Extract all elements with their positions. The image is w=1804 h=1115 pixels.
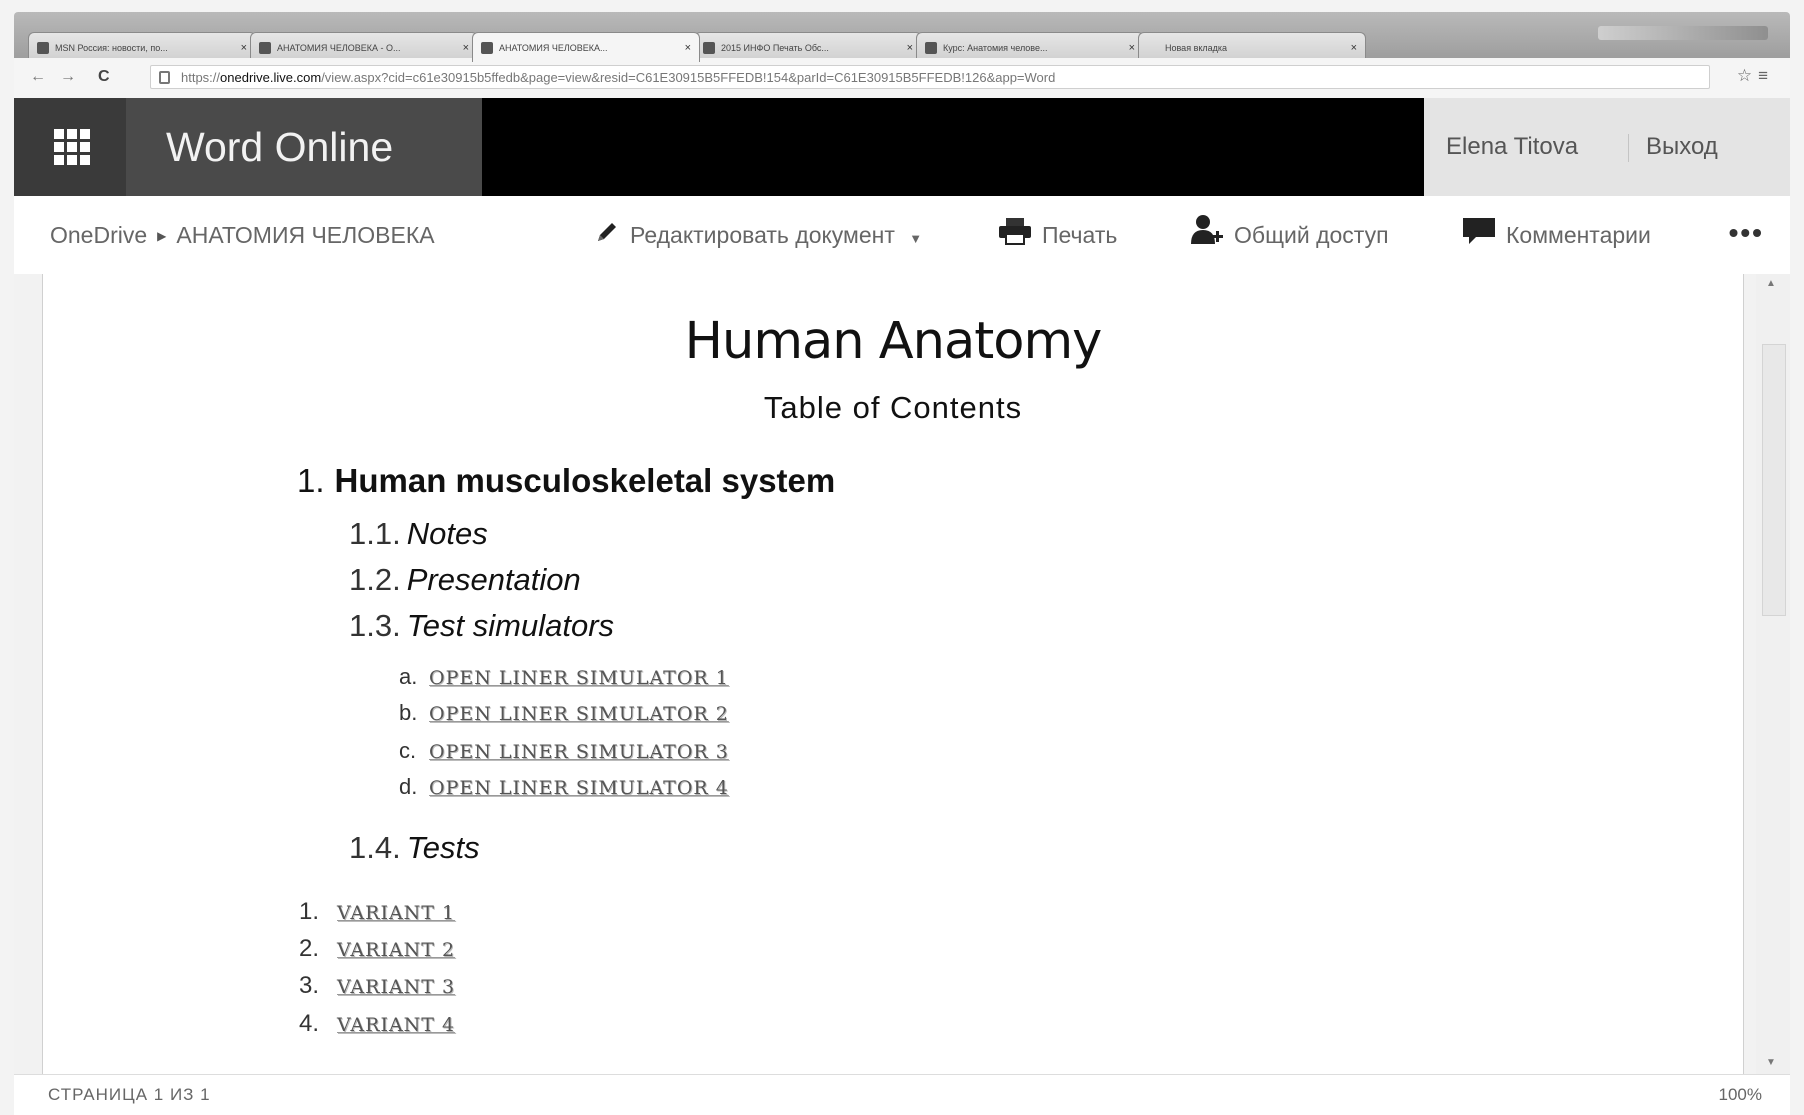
pencil-icon [594, 198, 620, 276]
app-brand[interactable]: Word Online [126, 98, 482, 196]
msn-icon [37, 42, 49, 54]
simulator-list-item: b. OPEN LINER SIMULATOR 2 [399, 700, 729, 725]
onedrive-icon [259, 42, 271, 54]
dropdown-caret-icon: ▼ [909, 231, 923, 246]
variant-link[interactable]: VARIANT 1 [337, 902, 455, 924]
simulator-list-item: a. OPEN LINER SIMULATOR 1 [399, 664, 729, 689]
edit-document-button[interactable]: Редактировать документ ▼ [594, 196, 922, 278]
breadcrumb: OneDrive ▶ АНАТОМИЯ ЧЕЛОВЕКА [50, 196, 435, 275]
user-name[interactable]: Elena Titova [1446, 98, 1578, 196]
toc-subsection: 1.1. Notes [349, 516, 488, 551]
app-launcher-button[interactable] [14, 98, 126, 196]
simulator-link[interactable]: OPEN LINER SIMULATOR 1 [429, 667, 729, 689]
back-icon[interactable]: ← [30, 68, 46, 86]
address-bar: ← → C https://onedrive.live.com/view.asp… [14, 58, 1790, 99]
document-title: Human Anatomy [684, 312, 1103, 371]
more-options-button[interactable]: ••• [1729, 196, 1764, 270]
user-panel: Elena Titova Выход [1424, 98, 1790, 196]
share-button[interactable]: Общий доступ [1190, 196, 1389, 276]
chevron-right-icon: ▶ [157, 229, 167, 243]
status-bar: СТРАНИЦА 1 ИЗ 1 100% [14, 1074, 1790, 1115]
forward-icon[interactable]: → [60, 68, 76, 86]
simulator-list-item: d. OPEN LINER SIMULATOR 4 [399, 774, 729, 799]
variant-link[interactable]: VARIANT 2 [337, 939, 455, 961]
page-count: СТРАНИЦА 1 ИЗ 1 [48, 1085, 211, 1104]
simulator-list-item: c. OPEN LINER SIMULATOR 3 [399, 738, 729, 763]
logout-link[interactable]: Выход [1646, 98, 1718, 196]
variant-list-item: 1. VARIANT 1 [299, 898, 456, 925]
word-icon [703, 42, 715, 54]
word-icon [481, 42, 493, 54]
document-subtitle: Table of Contents [763, 390, 1023, 425]
toc-subsection: 1.4. Tests [349, 830, 480, 865]
browser-tab-active[interactable]: АНАТОМИЯ ЧЕЛОВЕКА... × [472, 32, 700, 62]
breadcrumb-onedrive[interactable]: OneDrive [50, 222, 147, 248]
printer-icon [998, 198, 1032, 276]
app-header: Word Online Elena Titova Выход [14, 98, 1790, 196]
breadcrumb-document[interactable]: АНАТОМИЯ ЧЕЛОВЕКА [176, 222, 434, 248]
divider [1628, 134, 1629, 162]
document-area: Human Anatomy Table of Contents 1. Human … [14, 274, 1790, 1074]
lock-icon [159, 71, 170, 84]
variant-list-item: 2. VARIANT 2 [299, 935, 456, 962]
waffle-icon [54, 129, 90, 165]
comments-button[interactable]: Комментарии [1462, 196, 1651, 276]
variant-link[interactable]: VARIANT 3 [337, 976, 455, 998]
command-bar: OneDrive ▶ АНАТОМИЯ ЧЕЛОВЕКА Редактировать… [14, 196, 1790, 274]
scrollbar-thumb[interactable] [1762, 344, 1786, 616]
toc-subsection: 1.3. Test simulators [349, 608, 615, 643]
reload-icon[interactable]: C [98, 68, 110, 86]
variant-list-item: 4. VARIANT 4 [299, 1010, 456, 1037]
document-page: Human Anatomy Table of Contents 1. Human … [42, 274, 1744, 1074]
variant-link[interactable]: VARIANT 4 [337, 1014, 455, 1036]
url-input[interactable]: https://onedrive.live.com/view.aspx?cid=… [150, 65, 1710, 89]
comment-icon [1462, 198, 1496, 276]
toc-section-heading: 1. Human musculoskeletal system [297, 462, 836, 499]
window-controls[interactable] [1598, 26, 1768, 40]
bookmark-star-icon[interactable]: ☆≡ [1737, 66, 1774, 86]
close-tab-icon[interactable]: × [685, 33, 691, 62]
scroll-up-icon[interactable]: ▲ [1766, 278, 1776, 289]
course-icon [925, 42, 937, 54]
variant-list-item: 3. VARIANT 3 [299, 972, 456, 999]
vertical-scrollbar[interactable]: ▲ ▼ [1756, 274, 1790, 1074]
zoom-level[interactable]: 100% [1719, 1075, 1762, 1115]
browser-window: MSN Россия: новости, по... × АНАТОМИЯ ЧЕ… [0, 0, 1804, 1115]
toc-subsection: 1.2. Presentation [349, 562, 581, 597]
simulator-link[interactable]: OPEN LINER SIMULATOR 2 [429, 703, 729, 725]
simulator-link[interactable]: OPEN LINER SIMULATOR 3 [429, 741, 729, 763]
share-person-icon [1190, 198, 1224, 276]
scroll-down-icon[interactable]: ▼ [1766, 1057, 1776, 1068]
simulator-link[interactable]: OPEN LINER SIMULATOR 4 [429, 777, 729, 799]
tab-strip: MSN Россия: новости, по... × АНАТОМИЯ ЧЕ… [14, 12, 1790, 62]
print-button[interactable]: Печать [998, 196, 1117, 276]
